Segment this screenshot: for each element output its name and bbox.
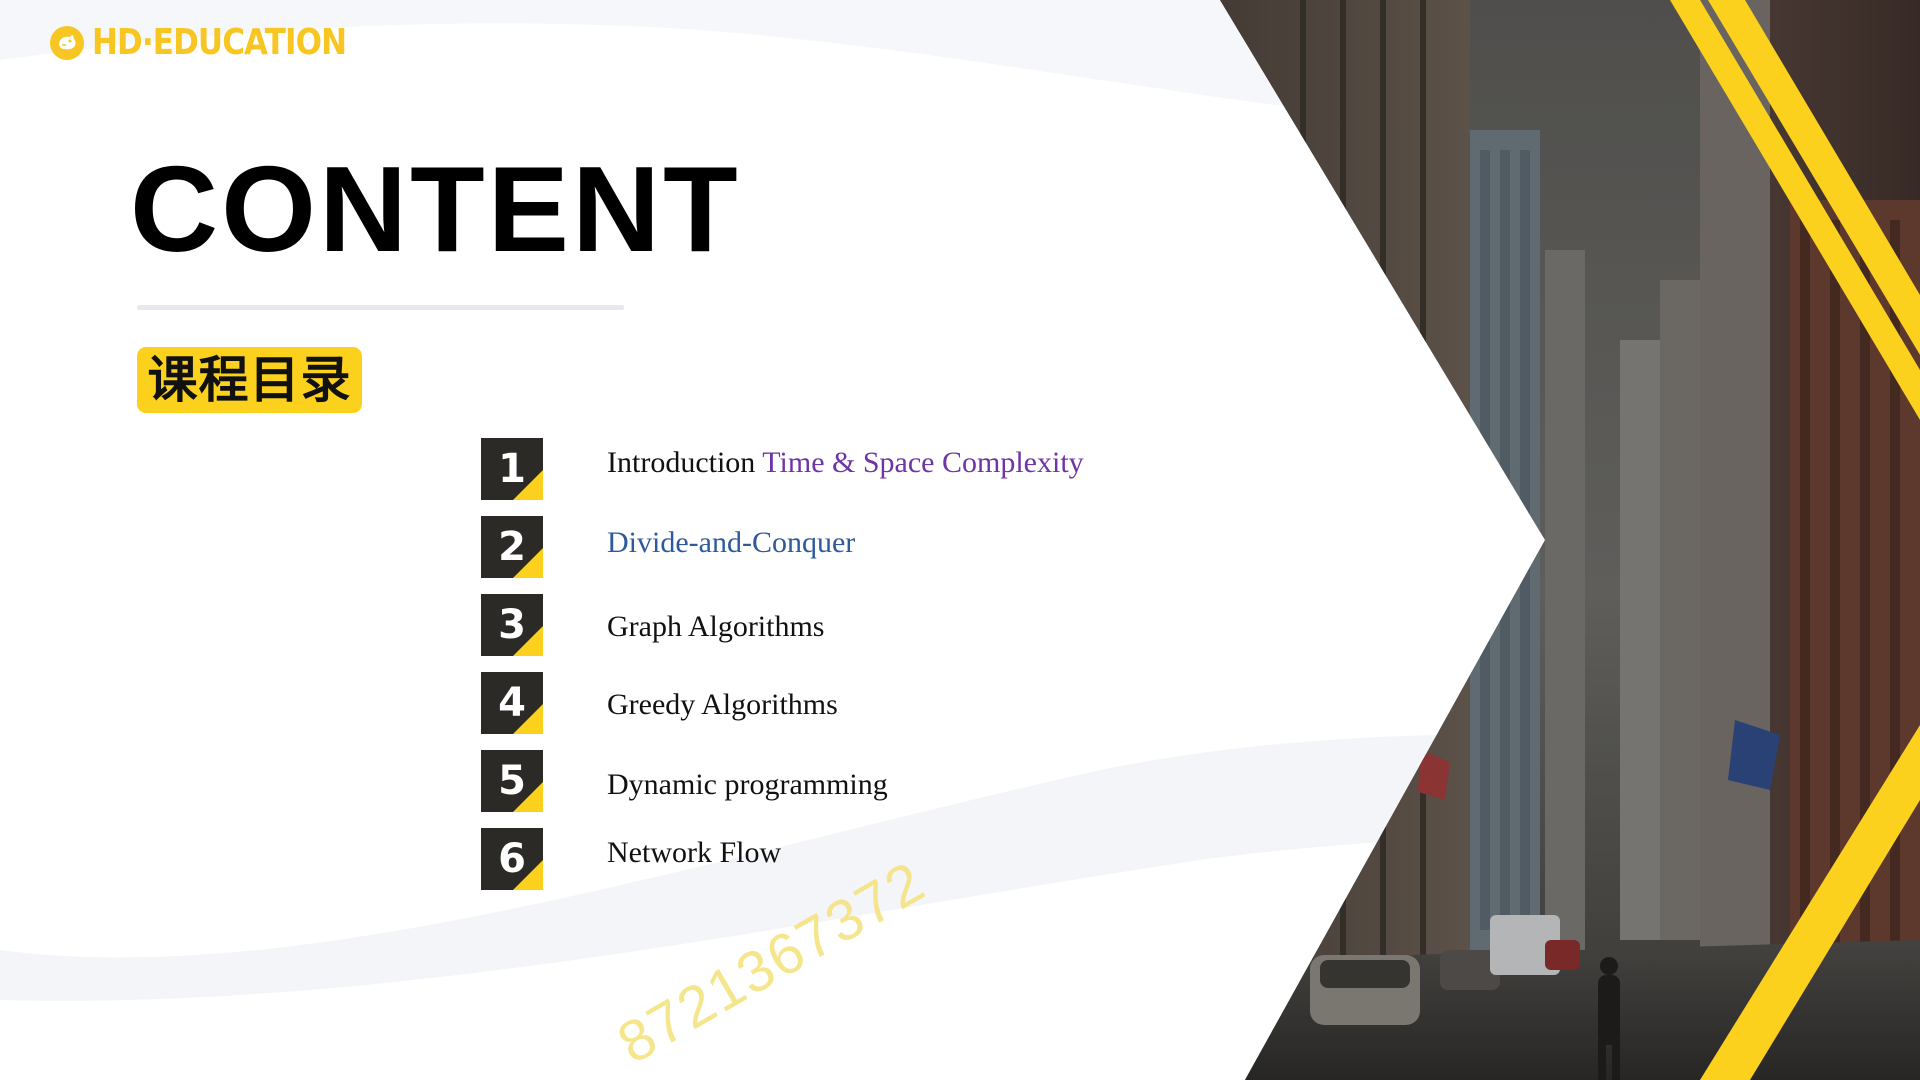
title-underline <box>137 305 624 310</box>
dog-head-icon <box>50 25 84 60</box>
page-title: CONTENT <box>130 141 741 277</box>
badge-number: 4 <box>498 680 526 726</box>
number-badge: 6 <box>481 828 543 890</box>
agenda-label: Greedy Algorithms <box>607 688 838 721</box>
number-badge: 4 <box>481 672 543 734</box>
badge-number: 6 <box>498 836 526 882</box>
agenda-label: Dynamic programming <box>607 768 888 801</box>
number-badge: 1 <box>481 438 543 500</box>
number-badge: 3 <box>481 594 543 656</box>
agenda-label: Graph Algorithms <box>607 610 825 643</box>
number-badge: 2 <box>481 516 543 578</box>
agenda-label-accent: Time & Space Complexity <box>762 446 1084 479</box>
agenda-label: Introduction Time & Space Complexity <box>607 446 1084 480</box>
badge-number: 3 <box>498 602 526 648</box>
agenda-item-5: 5 Dynamic programming <box>481 750 1181 812</box>
course-catalog-tag: 课程目录 <box>137 347 362 413</box>
agenda-label: Network Flow <box>607 836 782 869</box>
agenda-item-2: 2 Divide-and-Conquer <box>481 516 1181 578</box>
agenda-label-main: Introduction <box>607 446 763 479</box>
slide: HD·EDUCATION CONTENT 课程目录 1 Introduction… <box>0 0 1920 1080</box>
badge-number: 5 <box>498 758 526 804</box>
hd-education-logo: HD·EDUCATION <box>50 22 388 63</box>
agenda-item-4: 4 Greedy Algorithms <box>481 672 1181 734</box>
agenda-item-3: 3 Graph Algorithms <box>481 594 1181 656</box>
agenda-label: Divide-and-Conquer <box>607 526 856 559</box>
badge-number: 2 <box>498 524 526 570</box>
agenda-item-1: 1 Introduction Time & Space Complexity <box>481 438 1181 500</box>
agenda-item-6: 6 Network Flow <box>481 828 1181 890</box>
number-badge: 5 <box>481 750 543 812</box>
badge-number: 1 <box>498 446 526 492</box>
logo-text: HD·EDUCATION <box>92 22 347 63</box>
